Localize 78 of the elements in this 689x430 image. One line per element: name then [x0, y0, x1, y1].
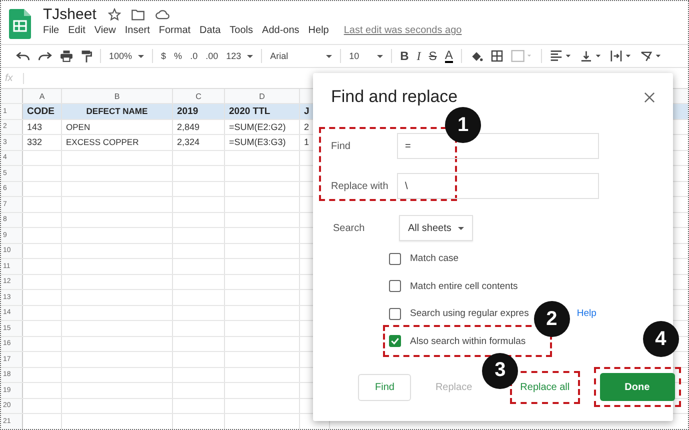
option-label[interactable]: Match entire cell contents [410, 280, 518, 292]
table-cell: =SUM(E2:G2) [225, 120, 300, 134]
menu-item[interactable]: Data [200, 25, 221, 36]
document-title[interactable]: TJsheet [43, 6, 96, 23]
sheets-logo-icon [9, 9, 31, 39]
step-number-badge: 4 [642, 321, 679, 357]
table-cell: 2,849 [173, 120, 225, 134]
increase-decimal-button[interactable]: .00 [206, 51, 218, 61]
field-label: Search [332, 222, 366, 234]
font-size-dropdown[interactable]: 10 [349, 51, 384, 61]
checkbox[interactable] [389, 280, 401, 292]
field-label: Replace with [330, 180, 390, 192]
text-rotate-icon[interactable] [640, 50, 662, 62]
column-header[interactable]: B [62, 89, 173, 103]
align-left-icon[interactable] [550, 50, 572, 62]
menu-item[interactable]: File [43, 25, 60, 36]
table-cell: =SUM(E3:G3) [225, 135, 300, 150]
menu-item[interactable]: View [94, 25, 116, 36]
input-field[interactable]: \ [397, 173, 599, 199]
formula-label: fx [1, 72, 24, 84]
close-icon[interactable] [644, 92, 655, 102]
strikethrough-button[interactable]: S [428, 49, 437, 63]
font-dropdown[interactable]: Arial [270, 51, 332, 61]
merge-cells-icon[interactable] [510, 50, 533, 62]
checkbox[interactable] [389, 252, 401, 265]
bold-button[interactable]: B [400, 49, 409, 63]
dialog-button[interactable]: Find [358, 374, 412, 400]
fill-color-icon[interactable] [470, 50, 483, 62]
table-cell: 143 [23, 120, 62, 134]
text-color-button[interactable]: A [444, 49, 453, 63]
zoom-dropdown[interactable]: 100% [109, 51, 144, 61]
number-format-dropdown[interactable]: 123 [226, 51, 254, 61]
currency-format-button[interactable]: $ [161, 51, 166, 61]
menu-item[interactable]: Edit [68, 25, 86, 36]
table-cell: EXCESS COPPER [62, 135, 173, 150]
option-label[interactable]: Also search within formulas [410, 336, 526, 347]
checkbox[interactable] [389, 335, 401, 348]
redo-icon[interactable] [38, 51, 52, 61]
menu-item[interactable]: Add-ons [262, 25, 300, 36]
dialog-title: Find and replace [331, 87, 458, 107]
table-cell: 2019 [173, 104, 225, 118]
table-cell: OPEN [62, 120, 173, 134]
star-icon[interactable] [108, 8, 122, 21]
text-wrap-icon[interactable] [610, 50, 632, 62]
step-number-badge: 2 [534, 301, 570, 338]
vertical-align-icon[interactable] [580, 50, 602, 62]
table-cell: 2020 TTL [225, 104, 300, 118]
table-cell: DEFECT NAME [62, 104, 173, 118]
italic-button[interactable]: I [416, 48, 421, 64]
step-number-badge: 3 [482, 352, 518, 388]
borders-icon[interactable] [490, 50, 503, 62]
column-header[interactable]: D [225, 89, 300, 103]
table-cell: CODE [23, 104, 62, 118]
step-number-badge: 1 [445, 107, 481, 143]
menu-item[interactable]: Insert [124, 25, 150, 36]
table-cell: 2,324 [173, 135, 225, 150]
option-label[interactable]: Search using regular expres [410, 308, 529, 320]
folder-icon[interactable] [131, 8, 146, 20]
field-label: Find [330, 140, 352, 152]
percent-format-button[interactable]: % [174, 51, 182, 61]
menu-item[interactable]: Tools [230, 25, 254, 36]
undo-icon[interactable] [16, 51, 30, 61]
search-scope-dropdown[interactable]: All sheets [399, 215, 474, 241]
print-icon[interactable] [60, 50, 73, 62]
checkbox[interactable] [389, 308, 401, 320]
option-label[interactable]: Match case [410, 253, 459, 264]
decrease-decimal-button[interactable]: .0 [190, 51, 198, 61]
column-header[interactable]: A [23, 89, 62, 103]
done-button[interactable]: Done [600, 373, 675, 401]
menu-item[interactable]: Format [158, 25, 191, 36]
last-edit-link[interactable]: Last edit was seconds ago [344, 25, 462, 36]
paint-format-icon[interactable] [81, 50, 92, 62]
input-field[interactable]: = [397, 133, 599, 159]
table-cell: 332 [23, 135, 62, 150]
column-header[interactable]: C [173, 89, 225, 103]
help-link[interactable]: Help [576, 308, 596, 320]
menu-item[interactable]: Help [308, 25, 329, 36]
cloud-icon[interactable] [155, 9, 170, 20]
